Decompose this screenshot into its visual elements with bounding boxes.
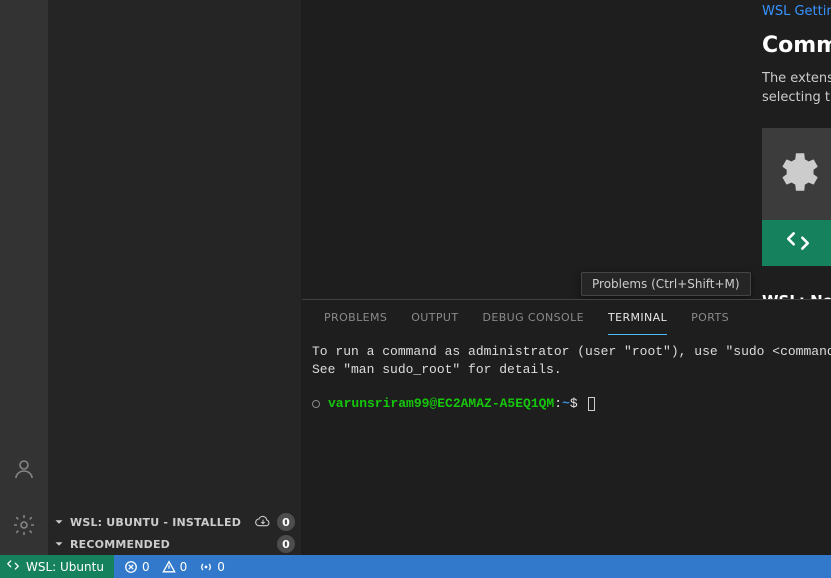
manage-tile[interactable]	[762, 128, 831, 220]
sidebar-section-recommended[interactable]: RECOMMENDED 0	[48, 533, 301, 555]
status-ports-count: 0	[217, 560, 225, 574]
status-errors[interactable]: 0	[124, 560, 150, 574]
prompt-symbol: $	[570, 396, 578, 411]
bottom-panel: PROBLEMS OUTPUT DEBUG CONSOLE TERMINAL P…	[302, 299, 831, 555]
cloud-download-icon[interactable]	[255, 513, 271, 532]
prompt-user: varunsriram99@EC2AMAZ-A5EQ1QM	[328, 396, 554, 411]
prompt-path: ~	[562, 396, 570, 411]
gear-icon	[773, 147, 823, 201]
status-ports[interactable]: 0	[199, 560, 225, 574]
gear-icon[interactable]	[0, 505, 48, 545]
new-target-label: WSL: New V	[762, 292, 831, 299]
sidebar-section-installed[interactable]: WSL: UBUNTU - INSTALLED 0	[48, 511, 301, 533]
remote-tile[interactable]	[762, 220, 831, 266]
tab-terminal[interactable]: TERMINAL	[608, 300, 667, 335]
error-icon	[124, 560, 138, 574]
count-badge: 0	[277, 535, 295, 553]
tab-ports[interactable]: PORTS	[691, 300, 729, 335]
editor-area: WSL Gettin Commar The extensio selecting…	[302, 0, 831, 299]
remote-icon	[785, 228, 811, 258]
broadcast-icon	[199, 560, 213, 574]
warning-icon	[162, 560, 176, 574]
section-title: RECOMMENDED	[70, 538, 277, 551]
terminal-body[interactable]: To run a command as administrator (user …	[302, 335, 831, 555]
extension-content: WSL Gettin Commar The extensio selecting…	[762, 0, 831, 299]
tab-problems[interactable]: PROBLEMS	[324, 300, 387, 335]
shell-status-icon	[312, 400, 320, 408]
terminal-cursor	[588, 397, 595, 411]
getting-started-link[interactable]: WSL Gettin	[762, 4, 831, 19]
status-warnings-count: 0	[180, 560, 188, 574]
status-bar: WSL: Ubuntu 0 0 0	[0, 555, 831, 578]
section-title: WSL: UBUNTU - INSTALLED	[70, 516, 255, 529]
terminal-line: See "man sudo_root" for details.	[312, 361, 831, 379]
count-badge: 0	[277, 513, 295, 531]
chevron-down-icon	[52, 515, 66, 529]
description-text: The extensio selecting the	[762, 70, 831, 108]
status-warnings[interactable]: 0	[162, 560, 188, 574]
tab-output[interactable]: OUTPUT	[411, 300, 458, 335]
remote-indicator[interactable]: WSL: Ubuntu	[0, 555, 114, 578]
main-column: WSL Gettin Commar The extensio selecting…	[302, 0, 831, 555]
prompt-line: varunsriram99@EC2AMAZ-A5EQ1QM:~$	[312, 395, 831, 413]
side-panel: WSL: UBUNTU - INSTALLED 0 RECOMMENDED 0	[48, 0, 302, 555]
chevron-down-icon	[52, 537, 66, 551]
remote-icon	[6, 558, 20, 575]
activity-bar	[0, 0, 48, 555]
commands-heading: Commar	[762, 33, 831, 58]
panel-tabs: PROBLEMS OUTPUT DEBUG CONSOLE TERMINAL P…	[302, 300, 831, 335]
accounts-icon[interactable]	[0, 449, 48, 489]
remote-label: WSL: Ubuntu	[26, 560, 104, 574]
status-errors-count: 0	[142, 560, 150, 574]
tab-debug[interactable]: DEBUG CONSOLE	[482, 300, 584, 335]
problems-tooltip: Problems (Ctrl+Shift+M)	[581, 272, 751, 296]
terminal-line: To run a command as administrator (user …	[312, 343, 831, 361]
prompt-sep: :	[554, 396, 562, 411]
